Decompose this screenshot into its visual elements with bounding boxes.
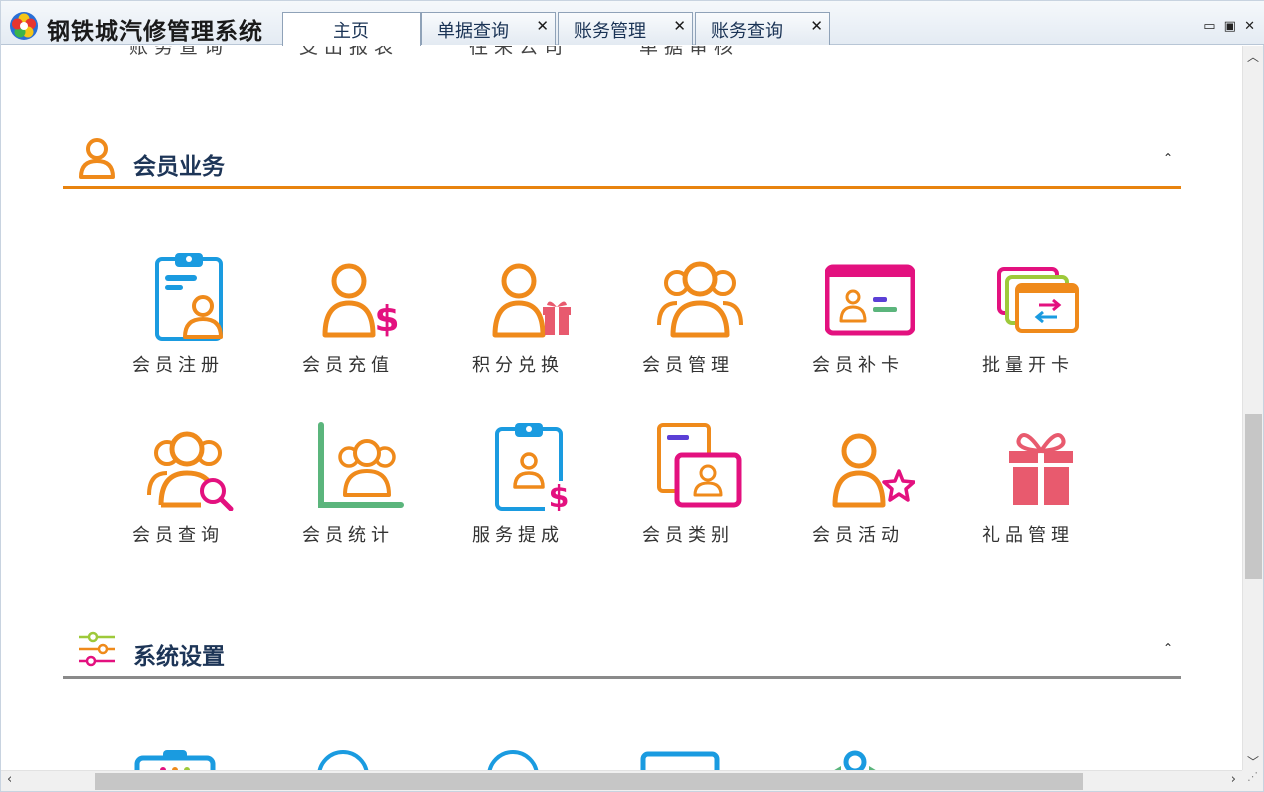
tab-account-management[interactable]: 账务管理 ✕ <box>558 12 693 45</box>
tile-batch-open-card[interactable]: 批量开卡 <box>973 251 1093 391</box>
member-dollar-icon: $ <box>322 263 400 340</box>
section-header-member: 会员业务 ⌃ <box>63 129 1181 189</box>
card-stack-icon <box>997 267 1079 333</box>
tile-gift-management[interactable]: 礼品管理 <box>973 421 1093 561</box>
title-bar: 钢铁城汽修管理系统 主页 单据查询 ✕ 账务管理 ✕ 账务查询 ✕ ▭ ▣ ✕ <box>1 1 1264 46</box>
settings-icon-partial[interactable] <box>133 746 217 772</box>
tile-label: 批量开卡 <box>982 355 1074 376</box>
section-header-system: 系统设置 ⌃ <box>63 619 1181 679</box>
scroll-down-icon[interactable]: ﹀ <box>1247 753 1259 770</box>
settings-icon-partial[interactable] <box>639 746 723 772</box>
clipboard-dollar-icon: $ <box>495 423 573 511</box>
tile-label: 积分兑换 <box>472 355 564 376</box>
tile-member-statistics[interactable]: 会员统计 <box>293 421 413 561</box>
tile-member-activity[interactable]: 会员活动 <box>803 421 923 561</box>
tile-label: 会员类别 <box>642 525 734 546</box>
section-title: 会员业务 <box>133 154 225 180</box>
member-search-icon <box>147 431 234 511</box>
tab-close-icon[interactable]: ✕ <box>810 17 823 35</box>
tab-document-query[interactable]: 单据查询 ✕ <box>421 12 556 45</box>
vertical-scrollbar[interactable]: ︿ ﹀ <box>1242 46 1263 772</box>
member-star-icon <box>832 433 915 508</box>
tile-member-category[interactable]: 会员类别 <box>633 421 753 561</box>
section-divider <box>63 186 1181 189</box>
tile-member-management[interactable]: 会员管理 <box>633 251 753 391</box>
tab-account-query[interactable]: 账务查询 ✕ <box>695 12 830 45</box>
sliders-icon <box>79 631 115 667</box>
section-divider <box>63 676 1181 679</box>
restore-icon[interactable]: ▣ <box>1224 19 1238 34</box>
partial-item-label[interactable]: 账务查询 <box>129 46 229 59</box>
tile-service-commission[interactable]: $ 服务提成 <box>463 421 583 561</box>
tile-label: 会员查询 <box>132 525 224 546</box>
tile-member-register[interactable]: 会员注册 <box>123 251 243 391</box>
minimize-icon[interactable]: ▭ <box>1203 19 1217 34</box>
svg-text:$: $ <box>549 480 570 511</box>
close-icon[interactable]: ✕ <box>1244 19 1257 34</box>
gift-box-icon <box>1009 433 1073 505</box>
scroll-right-icon[interactable]: › <box>1231 772 1236 787</box>
member-group-icon <box>657 261 743 338</box>
tile-member-recharge[interactable]: $ 会员充值 <box>293 251 413 391</box>
tile-label: 会员活动 <box>812 525 904 546</box>
member-card-icon <box>825 264 915 336</box>
tile-member-query[interactable]: 会员查询 <box>123 421 243 561</box>
collapse-icon[interactable]: ⌃ <box>1163 641 1173 655</box>
tab-home[interactable]: 主页 <box>282 12 421 46</box>
tab-label: 账务查询 <box>711 21 783 42</box>
tab-label: 账务管理 <box>574 21 646 42</box>
partial-item-label[interactable]: 单据审核 <box>639 46 739 59</box>
tab-label: 主页 <box>333 21 369 42</box>
tile-member-card-replace[interactable]: 会员补卡 <box>803 251 923 391</box>
tab-close-icon[interactable]: ✕ <box>673 17 686 35</box>
tile-label: 会员注册 <box>132 355 224 376</box>
partial-item-label[interactable]: 支出报表 <box>299 46 399 59</box>
resize-grip-icon[interactable]: ⋰ <box>1242 770 1263 791</box>
settings-icon-partial[interactable] <box>825 746 885 772</box>
tile-label: 会员统计 <box>302 525 394 546</box>
member-chart-icon <box>318 422 404 508</box>
main-content: 账务查询 支出报表 往来公司 单据审核 会员业务 ⌃ 会员注册 $ 会员充值 积… <box>3 46 1243 772</box>
flower-logo-icon <box>10 12 38 40</box>
settings-icon-partial[interactable] <box>483 746 543 772</box>
tab-close-icon[interactable]: ✕ <box>536 17 549 35</box>
horizontal-scrollbar[interactable]: ‹ › <box>1 770 1244 791</box>
tile-label: 礼品管理 <box>982 525 1074 546</box>
tile-label: 会员补卡 <box>812 355 904 376</box>
tile-points-exchange[interactable]: 积分兑换 <box>463 251 583 391</box>
scroll-up-icon[interactable]: ︿ <box>1247 48 1259 65</box>
scroll-left-icon[interactable]: ‹ <box>7 772 12 787</box>
settings-icon-partial[interactable] <box>313 746 373 772</box>
tab-label: 单据查询 <box>437 21 509 42</box>
person-outline-icon <box>79 138 115 179</box>
app-window: 钢铁城汽修管理系统 主页 单据查询 ✕ 账务管理 ✕ 账务查询 ✕ ▭ ▣ ✕ … <box>0 0 1264 792</box>
tile-label: 服务提成 <box>472 525 564 546</box>
tile-label: 会员充值 <box>302 355 394 376</box>
clipboard-member-icon <box>155 253 223 341</box>
svg-text:$: $ <box>374 299 399 340</box>
window-controls: ▭ ▣ ✕ <box>1203 19 1257 34</box>
tile-label: 会员管理 <box>642 355 734 376</box>
member-gift-icon <box>492 263 571 338</box>
member-category-icon <box>657 423 742 508</box>
partial-item-label[interactable]: 往来公司 <box>469 46 569 59</box>
app-title: 钢铁城汽修管理系统 <box>47 19 263 45</box>
section-title: 系统设置 <box>133 644 225 670</box>
collapse-icon[interactable]: ⌃ <box>1163 151 1173 165</box>
horizontal-scroll-thumb[interactable] <box>95 773 1083 790</box>
vertical-scroll-thumb[interactable] <box>1245 414 1262 579</box>
